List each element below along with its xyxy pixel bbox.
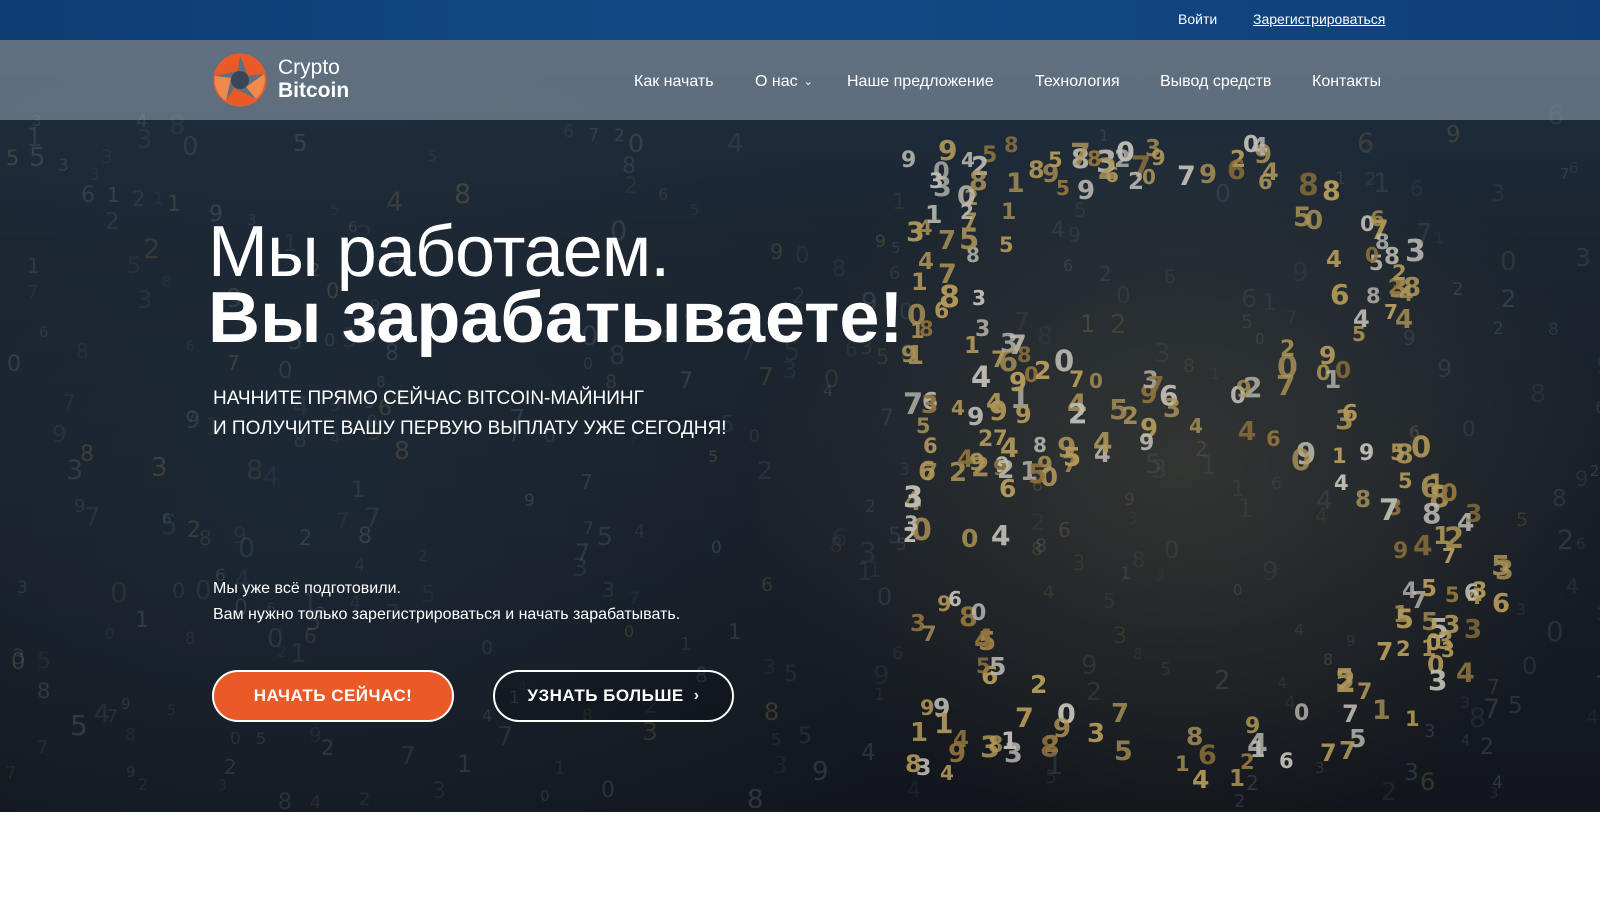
nav-how-to-start[interactable]: Как начать <box>634 73 714 91</box>
nav-withdrawal[interactable]: Вывод средств <box>1160 73 1271 91</box>
hero-subtitle: НАЧНИТЕ ПРЯМО СЕЙЧАС BITCOIN-МАЙНИНГ И П… <box>213 384 727 444</box>
login-link[interactable]: Войти <box>1178 11 1217 27</box>
register-link[interactable]: Зарегистрироваться <box>1253 11 1385 27</box>
nav-about-label: О нас <box>755 73 798 90</box>
hero-headline-bold: Вы зарабатываете! <box>208 278 904 358</box>
top-bar: Войти Зарегистрироваться <box>0 0 1600 40</box>
chevron-right-icon: › <box>693 687 700 704</box>
hero-subtitle-line-1: НАЧНИТЕ ПРЯМО СЕЙЧАС BITCOIN-МАЙНИНГ <box>213 388 644 409</box>
chevron-down-icon: ⌄ <box>803 76 813 88</box>
logo-text[interactable]: Crypto Bitcoin <box>278 56 349 102</box>
learn-more-label: УЗНАТЬ БОЛЬШЕ <box>527 686 684 705</box>
hero-note-line-2: Вам нужно только зарегистрироваться и на… <box>213 606 681 623</box>
nav-technology[interactable]: Технология <box>1035 73 1120 91</box>
logo-line-1: Crypto <box>278 56 340 79</box>
hero-note-line-1: Мы уже всё подготовили. <box>213 580 401 597</box>
aperture-logo-icon[interactable] <box>212 52 268 108</box>
logo-line-2: Bitcoin <box>278 79 350 102</box>
learn-more-button[interactable]: УЗНАТЬ БОЛЬШЕ › <box>493 670 734 722</box>
start-now-button[interactable]: НАЧАТЬ СЕЙЧАС! <box>212 670 454 722</box>
page-content-area <box>0 812 1600 900</box>
nav-about[interactable]: О нас ⌄ <box>755 73 813 91</box>
nav-our-offer[interactable]: Наше предложение <box>847 73 994 91</box>
nav-contacts[interactable]: Контакты <box>1312 73 1381 91</box>
hero-subtitle-line-2: И ПОЛУЧИТЕ ВАШУ ПЕРВУЮ ВЫПЛАТУ УЖЕ СЕГОД… <box>213 418 727 439</box>
hero-note: Мы уже всё подготовили. Вам нужно только… <box>213 576 680 628</box>
